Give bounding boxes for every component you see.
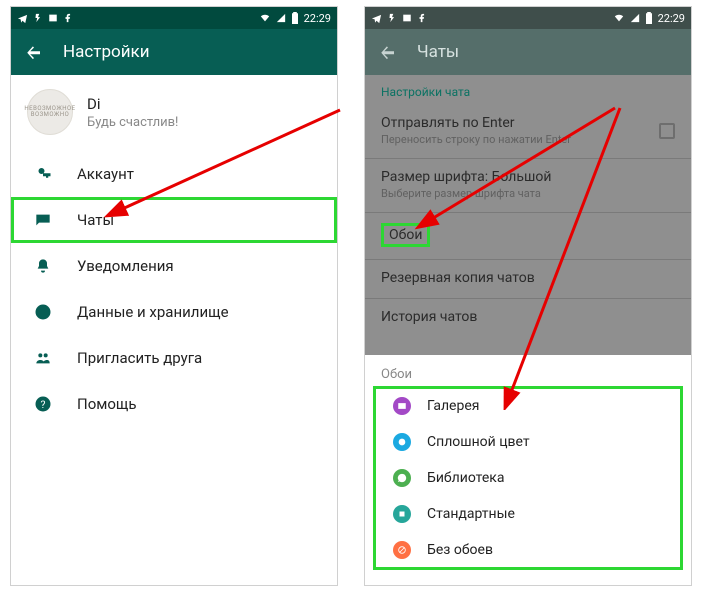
row-history[interactable]: История чатов bbox=[365, 299, 691, 337]
sheet-item-gallery[interactable]: Галерея bbox=[373, 388, 683, 424]
phone-screenshot-right: 22:29 Чаты Настройки чата Отправлять по … bbox=[364, 6, 692, 586]
wallpaper-sheet: Обои Галерея Сплошной цвет Библиотека Ст… bbox=[365, 355, 691, 586]
data-icon bbox=[33, 302, 53, 322]
sheet-item-label: Без обоев bbox=[427, 542, 493, 558]
sheet-item-solid[interactable]: Сплошной цвет bbox=[373, 424, 683, 460]
menu-item-label: Данные и хранилище bbox=[77, 303, 229, 321]
bell-icon bbox=[33, 256, 53, 276]
facebook-icon bbox=[417, 13, 427, 23]
status-time: 22:29 bbox=[304, 12, 331, 25]
settings-menu: Аккаунт Чаты Уведомления Данные и хранил… bbox=[11, 151, 337, 427]
section-label: Настройки чата bbox=[365, 75, 691, 105]
row-font-size[interactable]: Размер шрифта: Большой Выберите размер ш… bbox=[365, 159, 691, 213]
wifi-icon bbox=[613, 13, 625, 23]
people-icon bbox=[33, 348, 53, 368]
appbar-title: Настройки bbox=[63, 42, 150, 62]
wifi-icon bbox=[259, 13, 271, 23]
telegram-icon bbox=[371, 13, 382, 24]
sheet-item-label: Галерея bbox=[427, 398, 479, 414]
status-bar: 22:29 bbox=[365, 7, 691, 29]
facebook-icon bbox=[63, 13, 73, 23]
back-icon[interactable] bbox=[25, 43, 43, 61]
sheet-item-default[interactable]: Стандартные bbox=[373, 496, 683, 532]
sheet-title: Обои bbox=[365, 355, 691, 386]
app-bar: Чаты bbox=[365, 29, 691, 75]
gallery-icon bbox=[393, 397, 411, 415]
row-wallpaper[interactable]: Обои bbox=[365, 213, 691, 260]
menu-item-label: Аккаунт bbox=[77, 165, 134, 183]
menu-item-label: Уведомления bbox=[77, 257, 174, 275]
flash-icon bbox=[33, 13, 43, 23]
flash-icon bbox=[387, 13, 397, 23]
profile-row[interactable]: НЕВОЗМОЖНОЕ ВОЗМОЖНО Di Будь счастлив! bbox=[11, 75, 337, 151]
checkbox[interactable] bbox=[659, 123, 675, 139]
row-title: Обои bbox=[381, 223, 430, 247]
row-subtitle: Выберите размер шрифта чата bbox=[381, 187, 551, 200]
phone-screenshot-left: 22:29 Настройки НЕВОЗМОЖНОЕ ВОЗМОЖНО Di … bbox=[10, 6, 338, 586]
avatar: НЕВОЗМОЖНОЕ ВОЗМОЖНО bbox=[27, 89, 73, 135]
whatsapp-icon bbox=[393, 469, 411, 487]
profile-status: Будь счастлив! bbox=[87, 115, 178, 130]
row-subtitle: Переносить строку по нажатии Enter bbox=[381, 133, 571, 146]
menu-item-label: Пригласить друга bbox=[77, 349, 202, 367]
signal-icon bbox=[630, 13, 640, 23]
menu-item-account[interactable]: Аккаунт bbox=[11, 151, 337, 197]
none-icon bbox=[393, 541, 411, 559]
menu-item-help[interactable]: ? Помощь bbox=[11, 381, 337, 427]
sheet-item-label: Сплошной цвет bbox=[427, 434, 530, 450]
row-title: История чатов bbox=[381, 309, 477, 325]
appbar-title: Чаты bbox=[417, 42, 459, 62]
row-backup[interactable]: Резервная копия чатов bbox=[365, 260, 691, 299]
back-icon[interactable] bbox=[379, 43, 397, 61]
image-icon bbox=[402, 13, 412, 23]
status-bar: 22:29 bbox=[11, 7, 337, 29]
app-bar: Настройки bbox=[11, 29, 337, 75]
default-icon bbox=[393, 505, 411, 523]
sheet-item-label: Библиотека bbox=[427, 470, 504, 486]
sheet-item-none[interactable]: Без обоев bbox=[373, 532, 683, 568]
telegram-icon bbox=[17, 13, 28, 24]
signal-icon bbox=[276, 13, 286, 23]
row-title: Размер шрифта: Большой bbox=[381, 169, 551, 185]
help-icon: ? bbox=[33, 394, 53, 414]
row-title: Резервная копия чатов bbox=[381, 270, 535, 286]
menu-item-label: Чаты bbox=[77, 211, 114, 229]
chat-icon bbox=[33, 210, 53, 230]
menu-item-label: Помощь bbox=[77, 395, 137, 413]
battery-icon bbox=[645, 12, 653, 24]
image-icon bbox=[48, 13, 58, 23]
menu-item-notifications[interactable]: Уведомления bbox=[11, 243, 337, 289]
key-icon bbox=[33, 164, 53, 184]
menu-item-data[interactable]: Данные и хранилище bbox=[11, 289, 337, 335]
palette-icon bbox=[393, 433, 411, 451]
sheet-item-label: Стандартные bbox=[427, 506, 515, 522]
svg-text:?: ? bbox=[41, 398, 46, 411]
menu-item-chats[interactable]: Чаты bbox=[11, 197, 337, 243]
sheet-item-library[interactable]: Библиотека bbox=[373, 460, 683, 496]
battery-icon bbox=[291, 12, 299, 24]
row-send-on-enter[interactable]: Отправлять по Enter Переносить строку по… bbox=[365, 105, 691, 159]
profile-name: Di bbox=[87, 95, 178, 113]
status-time: 22:29 bbox=[658, 12, 685, 25]
menu-item-invite[interactable]: Пригласить друга bbox=[11, 335, 337, 381]
row-title: Отправлять по Enter bbox=[381, 115, 571, 131]
